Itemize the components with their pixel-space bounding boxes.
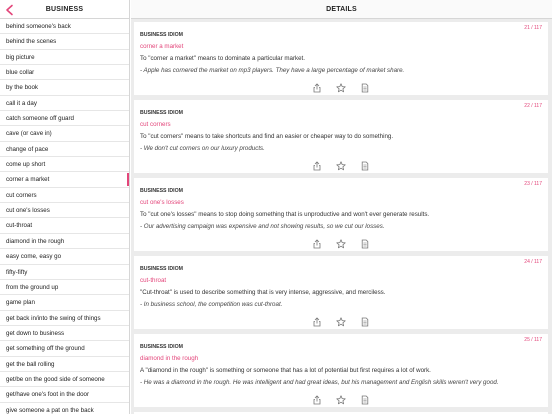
card-idiom: cut corners <box>140 121 171 128</box>
list-item[interactable]: change of pace <box>0 142 129 158</box>
list-header: BUSINESS <box>0 0 129 19</box>
list-item[interactable]: call it a day <box>0 96 129 112</box>
list-item[interactable]: catch someone off guard <box>0 111 129 127</box>
card-idiom: cut-throat <box>140 277 167 284</box>
list-item[interactable]: fifty-fifty <box>0 265 129 280</box>
card-category: BUSINESS IDIOM <box>140 110 183 116</box>
list-item[interactable]: blue collar <box>0 65 129 81</box>
idiom-list-panel: BUSINESS behind someone's back behind the… <box>0 0 130 414</box>
list-item[interactable]: by the book <box>0 80 129 96</box>
list-item[interactable]: get down to business <box>0 326 129 342</box>
list-item[interactable]: cut one's losses <box>0 203 129 219</box>
card-counter: 22 / 117 <box>524 103 542 109</box>
list-item[interactable]: get/be on the good side of someone <box>0 372 129 388</box>
list-item[interactable]: get something off the ground <box>0 341 129 357</box>
star-icon[interactable] <box>336 80 346 93</box>
list-item[interactable]: get the ball rolling <box>0 357 129 372</box>
list-item[interactable]: corner a market <box>0 172 129 188</box>
idiom-card: 25 / 117 BUSINESS IDIOM diamond in the rou… <box>134 334 548 407</box>
share-icon[interactable] <box>312 392 322 405</box>
card-actions <box>134 236 548 249</box>
list-item[interactable]: from the ground up <box>0 280 129 296</box>
list-item[interactable]: cave (or cave in) <box>0 126 129 142</box>
card-meaning: To "cut one's losses" means to stop doin… <box>140 211 430 218</box>
list-title: BUSINESS <box>45 5 84 13</box>
card-actions <box>134 158 548 171</box>
list-item[interactable]: come up short <box>0 157 129 173</box>
back-chevron-icon[interactable] <box>4 3 16 16</box>
list-item[interactable]: game plan <box>0 295 129 311</box>
document-icon[interactable] <box>360 158 370 171</box>
list-item[interactable]: give someone a pat on the back <box>0 403 129 414</box>
list-item[interactable]: behind someone's back <box>0 19 129 35</box>
list-item[interactable]: behind the scenes <box>0 34 129 50</box>
card-counter: 25 / 117 <box>524 337 542 343</box>
card-example: - We don't cut corners on our luxury pro… <box>140 145 265 152</box>
list-item[interactable]: diamond in the rough <box>0 234 129 250</box>
card-category: BUSINESS IDIOM <box>140 266 183 272</box>
card-category: BUSINESS IDIOM <box>140 344 183 350</box>
list-item[interactable]: cut-throat <box>0 218 129 234</box>
card-meaning: To "cut corners" means to take shortcuts… <box>140 133 394 140</box>
list-item[interactable]: get back in/into the swing of things <box>0 311 129 326</box>
share-icon[interactable] <box>312 158 322 171</box>
card-actions <box>134 314 548 327</box>
share-icon[interactable] <box>312 314 322 327</box>
star-icon[interactable] <box>336 314 346 327</box>
card-category: BUSINESS IDIOM <box>140 188 183 194</box>
idiom-card: 21 / 117 BUSINESS IDIOM corner a market To … <box>134 22 548 95</box>
app-window: BUSINESS behind someone's back behind the… <box>0 0 552 414</box>
star-icon[interactable] <box>336 158 346 171</box>
card-meaning: A "diamond in the rough" is something or… <box>140 367 431 374</box>
list-item[interactable]: big picture <box>0 50 129 66</box>
card-actions <box>134 392 548 405</box>
card-meaning: "Cut-throat" is used to describe somethi… <box>140 289 386 296</box>
idiom-cards: 21 / 117 BUSINESS IDIOM corner a market To … <box>131 19 552 414</box>
idiom-card: 23 / 117 BUSINESS IDIOM cut one's losses To… <box>134 178 548 251</box>
list-item[interactable]: get/have one's foot in the door <box>0 387 129 403</box>
details-panel: DETAILS 21 / 117 BUSINESS IDIOM corner a m… <box>131 0 552 414</box>
list-item[interactable]: easy come, easy go <box>0 249 129 265</box>
star-icon[interactable] <box>336 236 346 249</box>
card-idiom: corner a market <box>140 43 184 50</box>
list-item[interactable]: cut corners <box>0 188 129 204</box>
card-example: - Our advertising campaign was expensive… <box>140 223 385 230</box>
card-example: - He was a diamond in the rough. He was … <box>140 379 499 386</box>
card-counter: 21 / 117 <box>524 25 542 31</box>
document-icon[interactable] <box>360 236 370 249</box>
card-actions <box>134 80 548 93</box>
card-idiom: diamond in the rough <box>140 355 199 362</box>
document-icon[interactable] <box>360 392 370 405</box>
card-example: - In business school, the competition wa… <box>140 301 283 308</box>
card-meaning: To "corner a market" means to dominate a… <box>140 55 305 62</box>
card-example: - Apple has cornered the market on mp3 p… <box>140 67 405 74</box>
idiom-list: behind someone's back behind the scenes bi… <box>0 19 129 414</box>
idiom-card: 24 / 117 BUSINESS IDIOM cut-throat "Cut-thr… <box>134 256 548 329</box>
card-counter: 24 / 117 <box>524 259 542 265</box>
idiom-card: 22 / 117 BUSINESS IDIOM cut corners To "cut… <box>134 100 548 173</box>
share-icon[interactable] <box>312 236 322 249</box>
details-title: DETAILS <box>326 5 357 13</box>
details-header: DETAILS <box>131 0 552 19</box>
share-icon[interactable] <box>312 80 322 93</box>
card-idiom: cut one's losses <box>140 199 184 206</box>
document-icon[interactable] <box>360 314 370 327</box>
card-counter: 23 / 117 <box>524 181 542 187</box>
document-icon[interactable] <box>360 80 370 93</box>
star-icon[interactable] <box>336 392 346 405</box>
card-category: BUSINESS IDIOM <box>140 32 183 38</box>
